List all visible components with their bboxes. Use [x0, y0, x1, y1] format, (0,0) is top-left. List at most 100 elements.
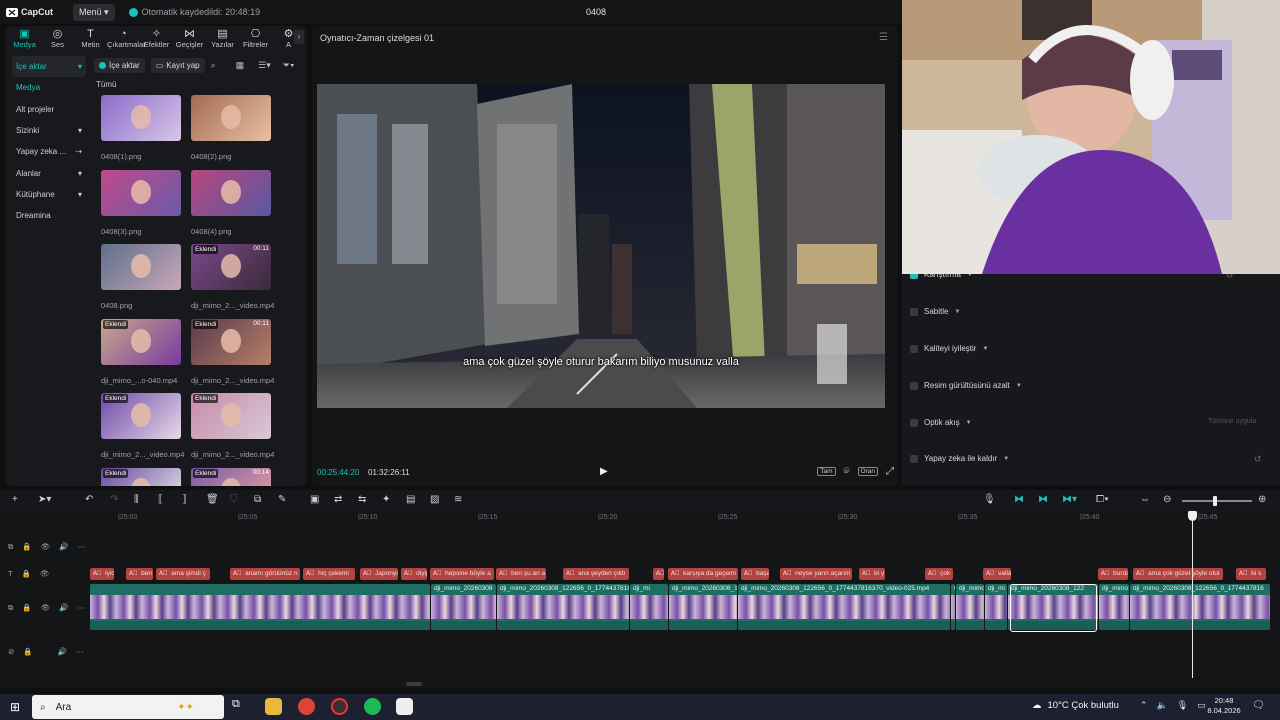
chevron-up-icon[interactable]: ⌃	[1140, 700, 1148, 711]
subtitle-clip[interactable]: A⃞ bi s	[1236, 568, 1266, 580]
chevron-down-icon[interactable]: ▼	[966, 420, 972, 426]
speaker-icon[interactable]: 🔊	[59, 603, 68, 613]
grid-view-icon[interactable]: ▦	[236, 60, 245, 71]
network-icon[interactable]: ▭	[1197, 700, 1206, 711]
checkbox[interactable]	[910, 454, 918, 463]
video-clip[interactable]: dji_mimo_20260308_122656_0_1774437816	[1130, 584, 1270, 630]
media-item[interactable]: Eklendi 00:11 dji_mimo_2..._video.mp4	[191, 318, 274, 385]
subtitle-clip[interactable]: A⃞ valla	[983, 568, 1011, 580]
subtitle-clip[interactable]: A⃞ hepsine böyle a	[430, 568, 494, 580]
capcut-taskbar-icon[interactable]	[396, 698, 413, 715]
sidebar-item[interactable]: Medya	[12, 77, 86, 98]
property-row[interactable]: Kaliteyi iyileştir ▼	[910, 344, 988, 353]
time-ruler[interactable]: |25:00 |25:05 |25:10 |25:15 |25:20 |25:25 |25:…	[90, 512, 1280, 526]
eye-icon[interactable]: 👁	[40, 569, 50, 578]
record-button[interactable]: ▭ Kayıt yap	[150, 57, 205, 73]
tab-transitions[interactable]: ⋈ Geçişler	[173, 26, 206, 49]
media-item[interactable]: 0408(2).png	[191, 95, 271, 161]
snap-icon[interactable]: ⧓▾	[1062, 494, 1077, 505]
media-item[interactable]: 0408(4).png	[191, 169, 271, 236]
preview-axis-icon[interactable]: ⧠▾	[1096, 494, 1109, 505]
image-icon[interactable]: ▨	[430, 494, 439, 505]
search-icon[interactable]: ⌕	[211, 60, 216, 71]
split-icon[interactable]: ⫼	[134, 494, 139, 505]
taskbar-clock[interactable]: 20:48 8.04.2026	[1206, 696, 1242, 716]
windows-start-icon[interactable]: ⊞	[10, 700, 20, 714]
tab-sticker[interactable]: ◔ Çıkartmalar	[107, 26, 146, 49]
media-item[interactable]: Eklendi dji_mimo_...o-040.mp4	[101, 318, 181, 385]
tab-media[interactable]: ▣ Medya	[8, 26, 41, 49]
property-row[interactable]: Yapay zeka ile kaldır ▼	[910, 454, 1009, 463]
more-icon[interactable]: ⋯	[78, 542, 86, 552]
caption-icon[interactable]: ▤	[406, 494, 415, 505]
magic-icon[interactable]: ✦	[382, 494, 390, 505]
chevron-down-icon[interactable]: ▼	[1003, 456, 1009, 462]
tabs-scroll-right-button[interactable]: ›	[294, 30, 304, 44]
selected-clip-outline[interactable]	[1010, 584, 1097, 632]
notification-icon[interactable]: 🗨	[1252, 700, 1265, 711]
checkbox[interactable]	[910, 307, 918, 316]
video-clip[interactable]: dji_mimo_20260308	[431, 584, 496, 630]
menu-button[interactable]: Menü ▾	[73, 3, 115, 21]
chevron-down-icon[interactable]: ▼	[982, 346, 988, 352]
chevron-down-icon[interactable]: ▼	[954, 309, 960, 315]
checkbox[interactable]	[910, 344, 918, 353]
split-right-icon[interactable]: ⟧	[182, 494, 187, 505]
subtitle-clip[interactable]: A⃞ s	[653, 568, 664, 580]
media-item[interactable]: Eklendi 00:14	[191, 467, 271, 486]
file-explorer-icon[interactable]	[265, 698, 282, 715]
subtitle-clip[interactable]: A⃞ burda	[1098, 568, 1128, 580]
video-clip[interactable]: dji_mimo_20260308_122656_0_1774437816370…	[738, 584, 950, 630]
add-track-icon[interactable]: +	[12, 494, 18, 505]
video-clip[interactable]: dji_mimo_20260308_122656_0_1774437816	[497, 584, 629, 630]
lock-icon[interactable]: 🔒	[22, 603, 31, 613]
select-tool-icon[interactable]: ➤▾	[38, 494, 51, 505]
tab-filters[interactable]: ⎔ Filtreler	[239, 26, 272, 49]
video-preview[interactable]: ama çok güzel şöyle oturur bakarım biliy…	[317, 84, 885, 408]
delete-icon[interactable]: 🗑	[206, 494, 219, 505]
media-item[interactable]: 0408.png	[101, 244, 181, 310]
screenshot-icon[interactable]: ⌾	[844, 466, 850, 477]
more-icon[interactable]: ⋯	[78, 603, 86, 613]
subtitle-clip[interactable]: A⃞ iyicem	[90, 568, 114, 580]
weather-widget[interactable]: ☁ 10°C Çok bulutlu	[1032, 700, 1119, 711]
subtitle-clip[interactable]: A⃞ diyip	[401, 568, 427, 580]
all-filter-label[interactable]: Tümü	[96, 80, 306, 89]
play-button[interactable]: ▶	[600, 466, 608, 477]
media-item[interactable]: Eklendi dji_mimo_2..._video.mp4	[191, 393, 274, 459]
sort-icon[interactable]: ☰▾	[258, 60, 271, 71]
subtitle-clip[interactable]: A⃞ neyse yarın açarım	[780, 568, 852, 580]
chrome-icon[interactable]	[298, 698, 315, 715]
property-row[interactable]: Optik akış ▼	[910, 418, 972, 427]
sidebar-item[interactable]: Dreamina	[12, 205, 86, 226]
fit-icon[interactable]: ⇔	[1140, 494, 1150, 505]
property-row[interactable]: Resim gürültüsünü azalt ▼	[910, 381, 1022, 390]
subtitle-clip[interactable]: A⃞ anamı görüünüz n	[230, 568, 300, 580]
zoom-out-icon[interactable]: ⊖	[1163, 494, 1171, 505]
fullscreen-icon[interactable]: ⤢	[886, 466, 894, 477]
tab-captions[interactable]: ▤ Yazılar	[206, 26, 239, 49]
filter-icon[interactable]: ⏷▾	[283, 60, 295, 71]
link-icon[interactable]: ⧓	[1014, 494, 1024, 505]
media-item[interactable]: 0408(1).png	[101, 95, 181, 161]
zoom-in-icon[interactable]: ⊕	[1258, 494, 1266, 505]
shield-icon[interactable]: ⛉	[230, 494, 238, 505]
subtitle-clip[interactable]: A⃞ ben şu an a	[496, 568, 546, 580]
speaker-icon[interactable]: 🔊	[58, 647, 67, 656]
speaker-icon[interactable]: 🔊	[59, 542, 68, 552]
redo-icon[interactable]: ↷	[110, 494, 118, 505]
chevron-down-icon[interactable]: ▼	[1016, 383, 1022, 389]
zoom-slider[interactable]	[1182, 500, 1252, 502]
ai-edit-icon[interactable]: ✎	[278, 494, 286, 505]
eye-icon[interactable]: 👁	[41, 603, 51, 613]
aspect-ratio-button[interactable]: Oran	[857, 467, 878, 476]
media-item[interactable]: Eklendi dji_mimo_2..._video.mp4	[101, 393, 184, 459]
checkbox[interactable]	[910, 381, 918, 390]
tab-effects[interactable]: ✧ Efektler	[140, 26, 173, 49]
subtitle-clip[interactable]: A⃞ ben	[126, 568, 153, 580]
import-button[interactable]: İçe aktar	[94, 57, 145, 73]
playhead-handle[interactable]	[1188, 511, 1197, 521]
subtitle-clip[interactable]: A⃞ ana şeyden çıktı	[563, 568, 629, 580]
property-row[interactable]: Sabitle ▼	[910, 307, 960, 316]
sidebar-item[interactable]: Sizinki ▾	[12, 120, 86, 141]
